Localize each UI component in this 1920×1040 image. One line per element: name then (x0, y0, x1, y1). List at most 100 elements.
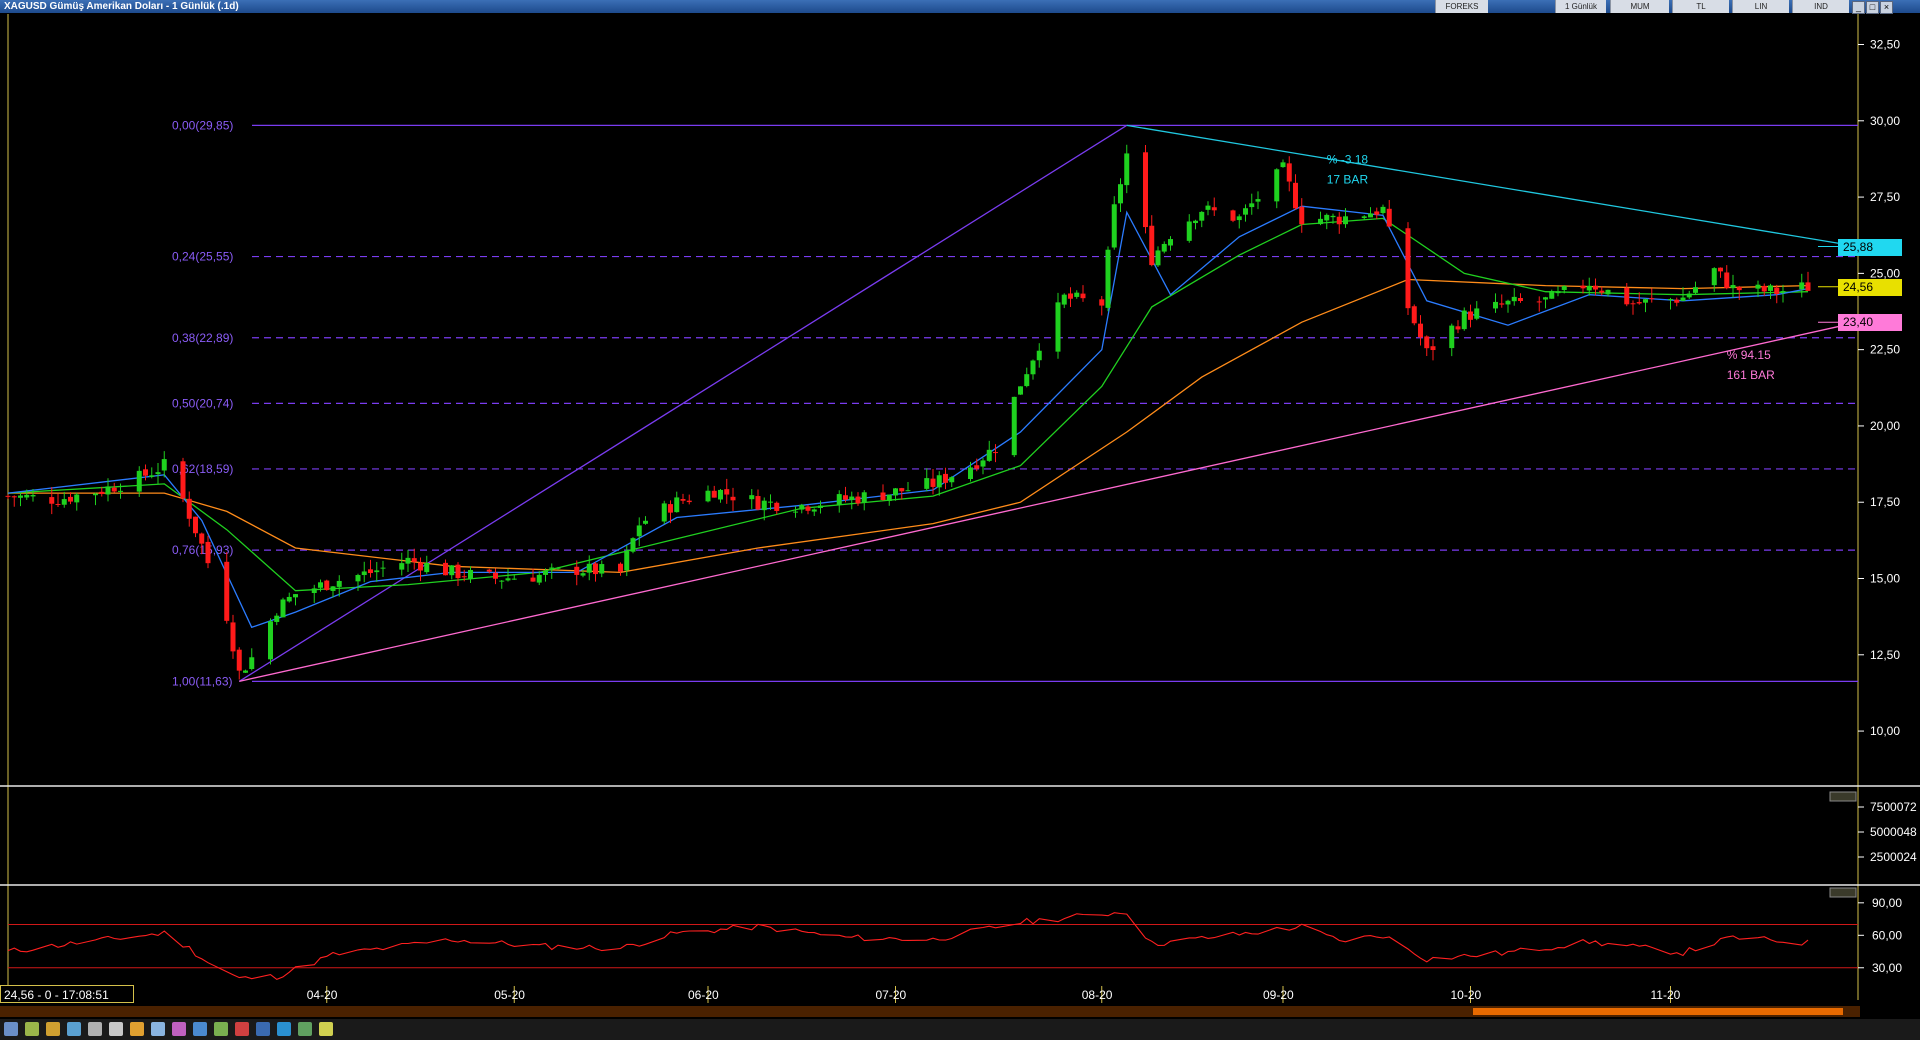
candle-body (499, 580, 505, 582)
candle-body (799, 504, 805, 510)
candle-up (293, 594, 298, 606)
candle-body (774, 502, 780, 511)
candle-body (1118, 184, 1123, 204)
toolbar-tool-icon[interactable] (88, 1022, 102, 1036)
toolbar-tool-icon[interactable] (46, 1022, 60, 1036)
candle-down (493, 568, 498, 585)
toolbar-tool-icon[interactable] (214, 1022, 228, 1036)
candle-down (1499, 294, 1505, 308)
candle-up (1186, 214, 1192, 243)
toolbar-tool-icon[interactable] (277, 1022, 291, 1036)
candle-down (1068, 287, 1073, 307)
toolbar-tool-icon[interactable] (109, 1022, 123, 1036)
candle-down (455, 562, 461, 587)
candle-down (1430, 339, 1436, 361)
fib-level-label: 0,38(22,89) (172, 331, 233, 345)
candle-down (1518, 293, 1523, 303)
toolbar-tool-icon[interactable] (25, 1022, 39, 1036)
toolbar-tool-icon[interactable] (298, 1022, 312, 1036)
candle-body (249, 657, 255, 670)
candle-up (161, 451, 167, 478)
candle-up (980, 457, 986, 475)
candle-body (424, 563, 430, 573)
toolbar-tool-icon[interactable] (67, 1022, 81, 1036)
chart-canvas[interactable]: 0,00(29,85) 0,24(25,55) 0,38(22,89) 0,50(20… (0, 0, 1920, 1040)
scrollbar-thumb[interactable] (1473, 1008, 1843, 1015)
toolbar-tool-icon[interactable] (193, 1022, 207, 1036)
toolbar-tool-icon[interactable] (172, 1022, 186, 1036)
candle-down (1468, 304, 1473, 328)
candle-down (1624, 283, 1630, 307)
candle-up (1074, 290, 1080, 299)
candle-up (18, 492, 23, 507)
candle-body (1080, 293, 1086, 299)
candle-body (936, 475, 942, 488)
candle-body (1718, 267, 1723, 272)
annotation-percent: % 94.15 (1727, 348, 1771, 362)
candle-body (1155, 250, 1161, 266)
candle-down (1536, 296, 1542, 312)
candle-body (836, 494, 842, 505)
date-tick-label: 04-20 (307, 988, 338, 1002)
candle-body (980, 460, 986, 467)
candle-body (668, 504, 673, 513)
candle-up (149, 467, 155, 479)
candle-body (324, 580, 330, 591)
candle-body (1386, 208, 1392, 227)
candle-up (924, 468, 930, 492)
toolbar-tool-icon[interactable] (130, 1022, 144, 1036)
candle-body (1724, 272, 1730, 289)
toolbar-tool-icon[interactable] (151, 1022, 165, 1036)
candle-body (636, 525, 642, 537)
candle-body (574, 566, 580, 575)
toolbar-tool-icon[interactable] (319, 1022, 333, 1036)
toolbar-tool-icon[interactable] (235, 1022, 249, 1036)
candle-up (1118, 178, 1123, 213)
rsi-tick-label: 60,00 (1872, 928, 1902, 942)
candle-body (111, 487, 117, 492)
candle-down (1411, 304, 1417, 326)
candle-body (680, 498, 686, 501)
candle-body (618, 563, 623, 572)
candle-up (536, 571, 542, 586)
candle-body (1593, 285, 1598, 290)
candle-body (1561, 286, 1567, 290)
candle-up (1105, 246, 1111, 312)
candle-body (1768, 285, 1773, 291)
candle-body (1124, 153, 1130, 186)
fib-level-label: 1,00(11,63) (172, 674, 233, 688)
candle-up (1505, 299, 1511, 313)
candle-body (1249, 203, 1255, 208)
candle-up (1061, 293, 1067, 309)
candle-up (1324, 213, 1330, 230)
candle-body (1205, 205, 1211, 210)
candle-down (1805, 271, 1811, 292)
candle-body (1149, 225, 1155, 266)
candle-up (1255, 191, 1261, 210)
candle-body (1211, 207, 1217, 211)
candle-down (1293, 174, 1298, 210)
candle-up (936, 471, 942, 496)
candle-body (155, 472, 161, 475)
candle-body (886, 494, 892, 501)
candle-down (193, 516, 198, 538)
candle-body (1674, 299, 1680, 303)
candle-up (1161, 241, 1167, 254)
candle-down (1286, 156, 1292, 192)
price-tick-label: 32,50 (1870, 38, 1900, 52)
toolbar-tool-icon[interactable] (4, 1022, 18, 1036)
candle-body (768, 501, 773, 503)
candle-down (411, 548, 417, 570)
candle-down (5, 494, 11, 499)
candle-body (1030, 360, 1036, 375)
candle-body (730, 496, 736, 501)
candle-body (11, 496, 17, 498)
candle-up (1111, 196, 1117, 250)
candle-body (286, 596, 292, 602)
toolbar-tool-icon[interactable] (256, 1022, 270, 1036)
candle-down (55, 493, 61, 507)
candle-body (68, 496, 73, 502)
candle-body (1599, 290, 1605, 293)
resistance-trendline (1126, 124, 1859, 248)
candle-body (74, 494, 80, 503)
